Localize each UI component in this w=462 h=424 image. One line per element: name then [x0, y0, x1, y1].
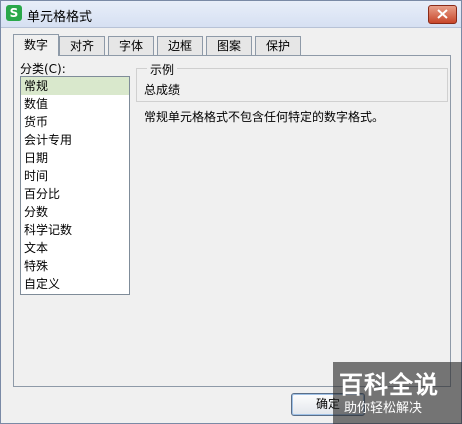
- category-item-fraction[interactable]: 分数: [21, 203, 129, 221]
- watermark-subtitle: 助你轻松解决: [344, 401, 423, 416]
- category-item-special[interactable]: 特殊: [21, 257, 129, 275]
- dialog-title: 单元格格式: [27, 10, 93, 25]
- category-item-date[interactable]: 日期: [21, 149, 129, 167]
- category-item-percentage[interactable]: 百分比: [21, 185, 129, 203]
- close-icon: [437, 9, 448, 19]
- wps-app-icon: S: [6, 5, 22, 21]
- number-tab-panel: 分类(C): 常规 数值 货币 会计专用 日期 时间 百分比 分数 科学记数 文…: [13, 55, 451, 387]
- format-cells-dialog: S 单元格格式 数字 对齐 字体 边框 图案 保护 分类(C): 常规 数值 货…: [0, 0, 462, 424]
- format-description: 常规单元格格式不包含任何特定的数字格式。: [144, 110, 385, 124]
- category-label: 分类(C):: [20, 62, 66, 76]
- tab-number[interactable]: 数字: [13, 34, 59, 56]
- watermark-title: 百科全说: [339, 371, 439, 399]
- sample-value: 总成绩: [144, 83, 181, 97]
- category-listbox[interactable]: 常规 数值 货币 会计专用 日期 时间 百分比 分数 科学记数 文本 特殊 自定…: [20, 76, 130, 295]
- title-bar: S 单元格格式: [1, 1, 461, 28]
- category-item-custom[interactable]: 自定义: [21, 275, 129, 293]
- category-item-currency[interactable]: 货币: [21, 113, 129, 131]
- sample-groupbox: 示例 总成绩: [136, 61, 448, 102]
- tab-border[interactable]: 边框: [157, 36, 203, 55]
- tab-alignment[interactable]: 对齐: [59, 36, 105, 55]
- sample-legend: 示例: [147, 61, 178, 78]
- close-button[interactable]: [428, 5, 457, 24]
- watermark-overlay: 百科全说 助你轻松解决: [333, 362, 462, 424]
- category-item-time[interactable]: 时间: [21, 167, 129, 185]
- category-item-accounting[interactable]: 会计专用: [21, 131, 129, 149]
- tab-protection[interactable]: 保护: [255, 36, 301, 55]
- category-item-scientific[interactable]: 科学记数: [21, 221, 129, 239]
- category-item-general[interactable]: 常规: [21, 77, 129, 95]
- tab-font[interactable]: 字体: [108, 36, 154, 55]
- tab-patterns[interactable]: 图案: [206, 36, 252, 55]
- category-item-text[interactable]: 文本: [21, 239, 129, 257]
- category-item-number[interactable]: 数值: [21, 95, 129, 113]
